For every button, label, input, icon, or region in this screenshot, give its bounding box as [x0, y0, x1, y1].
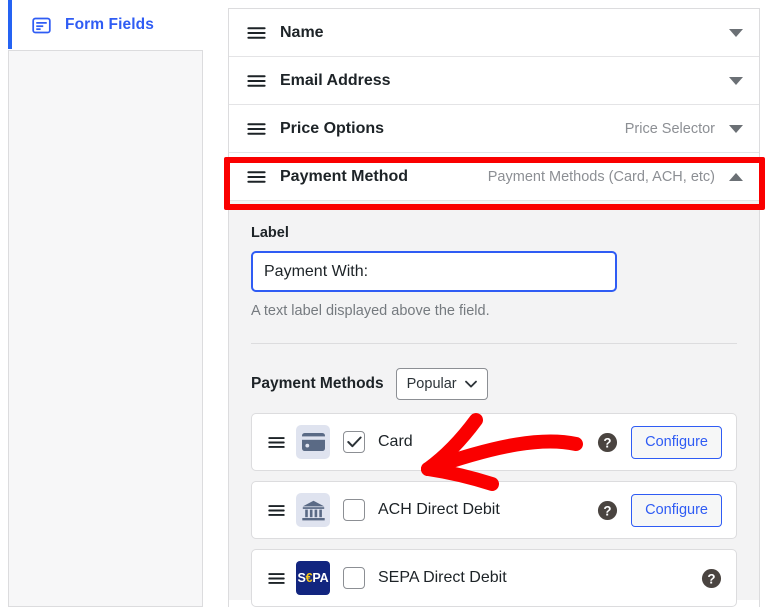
payment-method-row-sepa-direct-debit[interactable]: S€PA SEPA Direct Debit ?	[251, 549, 737, 607]
label-heading: Label	[251, 225, 289, 241]
drag-handle-icon[interactable]	[268, 572, 296, 585]
row-actions: ?	[701, 568, 722, 589]
filter-selected-value: Popular	[406, 376, 457, 392]
drag-handle-icon[interactable]	[247, 122, 280, 136]
label-input[interactable]	[251, 251, 617, 292]
field-title: Price Options	[280, 119, 385, 137]
checkbox-card[interactable]	[343, 431, 365, 453]
form-fields-panel: Name Email Address Price Options Price S…	[228, 8, 760, 607]
sepa-pa: PA	[312, 570, 329, 585]
chevron-down-icon[interactable]	[729, 76, 743, 85]
field-row-price-options[interactable]: Price Options Price Selector	[229, 105, 759, 153]
settings-divider	[251, 343, 737, 344]
row-actions: ? Configure	[597, 425, 722, 459]
payment-method-name: Card	[378, 433, 413, 450]
label-help-text: A text label displayed above the field.	[251, 303, 490, 319]
sidebar-item-label: Form Fields	[65, 16, 154, 33]
check-icon	[346, 436, 362, 448]
checkbox-sepa-direct-debit[interactable]	[343, 567, 365, 589]
drag-handle-icon[interactable]	[268, 504, 296, 517]
sidebar-panel-body	[8, 51, 203, 607]
chevron-down-icon[interactable]	[729, 28, 743, 37]
chevron-down-icon	[464, 380, 477, 388]
field-title: Payment Method	[280, 167, 409, 185]
field-row-name[interactable]: Name	[229, 9, 759, 57]
drag-handle-icon[interactable]	[247, 74, 280, 88]
payment-method-settings: Label A text label displayed above the f…	[229, 201, 759, 607]
chevron-up-icon[interactable]	[729, 172, 743, 181]
chevron-down-icon[interactable]	[729, 124, 743, 133]
help-circle-icon[interactable]: ?	[701, 568, 722, 589]
svg-text:?: ?	[604, 435, 612, 450]
field-meta: Price Selector	[624, 120, 715, 137]
svg-text:?: ?	[707, 571, 715, 586]
configure-button-ach-direct-debit[interactable]: Configure	[631, 493, 722, 527]
svg-text:?: ?	[604, 503, 612, 518]
sidebar: Form Fields	[8, 0, 203, 607]
help-circle-icon[interactable]: ?	[597, 432, 618, 453]
sepa-logo-icon: S€PA	[296, 561, 330, 595]
sepa-logo-text: S€PA	[298, 572, 329, 585]
form-fields-icon	[31, 15, 52, 36]
payment-method-name: ACH Direct Debit	[378, 501, 500, 518]
field-row-email-address[interactable]: Email Address	[229, 57, 759, 105]
configure-button-card[interactable]: Configure	[631, 425, 722, 459]
field-title: Email Address	[280, 71, 391, 89]
payment-method-row-card[interactable]: Card ? Configure	[251, 413, 737, 471]
bank-icon	[296, 493, 330, 527]
sidebar-item-form-fields[interactable]: Form Fields	[8, 0, 203, 51]
sepa-s: S	[297, 570, 306, 585]
field-meta: Payment Methods (Card, ACH, etc)	[487, 168, 715, 185]
drag-handle-icon[interactable]	[247, 26, 280, 40]
field-title: Name	[280, 23, 324, 41]
payment-methods-header: Payment Methods Popular	[251, 368, 737, 400]
field-row-payment-method[interactable]: Payment Method Payment Methods (Card, AC…	[229, 153, 759, 201]
drag-handle-icon[interactable]	[247, 170, 280, 184]
credit-card-icon	[296, 425, 330, 459]
payment-method-row-ach-direct-debit[interactable]: ACH Direct Debit ? Configure	[251, 481, 737, 539]
drag-handle-icon[interactable]	[268, 436, 296, 449]
payment-methods-heading: Payment Methods	[251, 375, 384, 392]
row-actions: ? Configure	[597, 493, 722, 527]
app-root: Form Fields Name Email Address Price Opt…	[0, 0, 775, 607]
help-circle-icon[interactable]: ?	[597, 500, 618, 521]
checkbox-ach-direct-debit[interactable]	[343, 499, 365, 521]
payment-method-name: SEPA Direct Debit	[378, 569, 507, 586]
payment-methods-filter-select[interactable]: Popular	[395, 368, 488, 400]
